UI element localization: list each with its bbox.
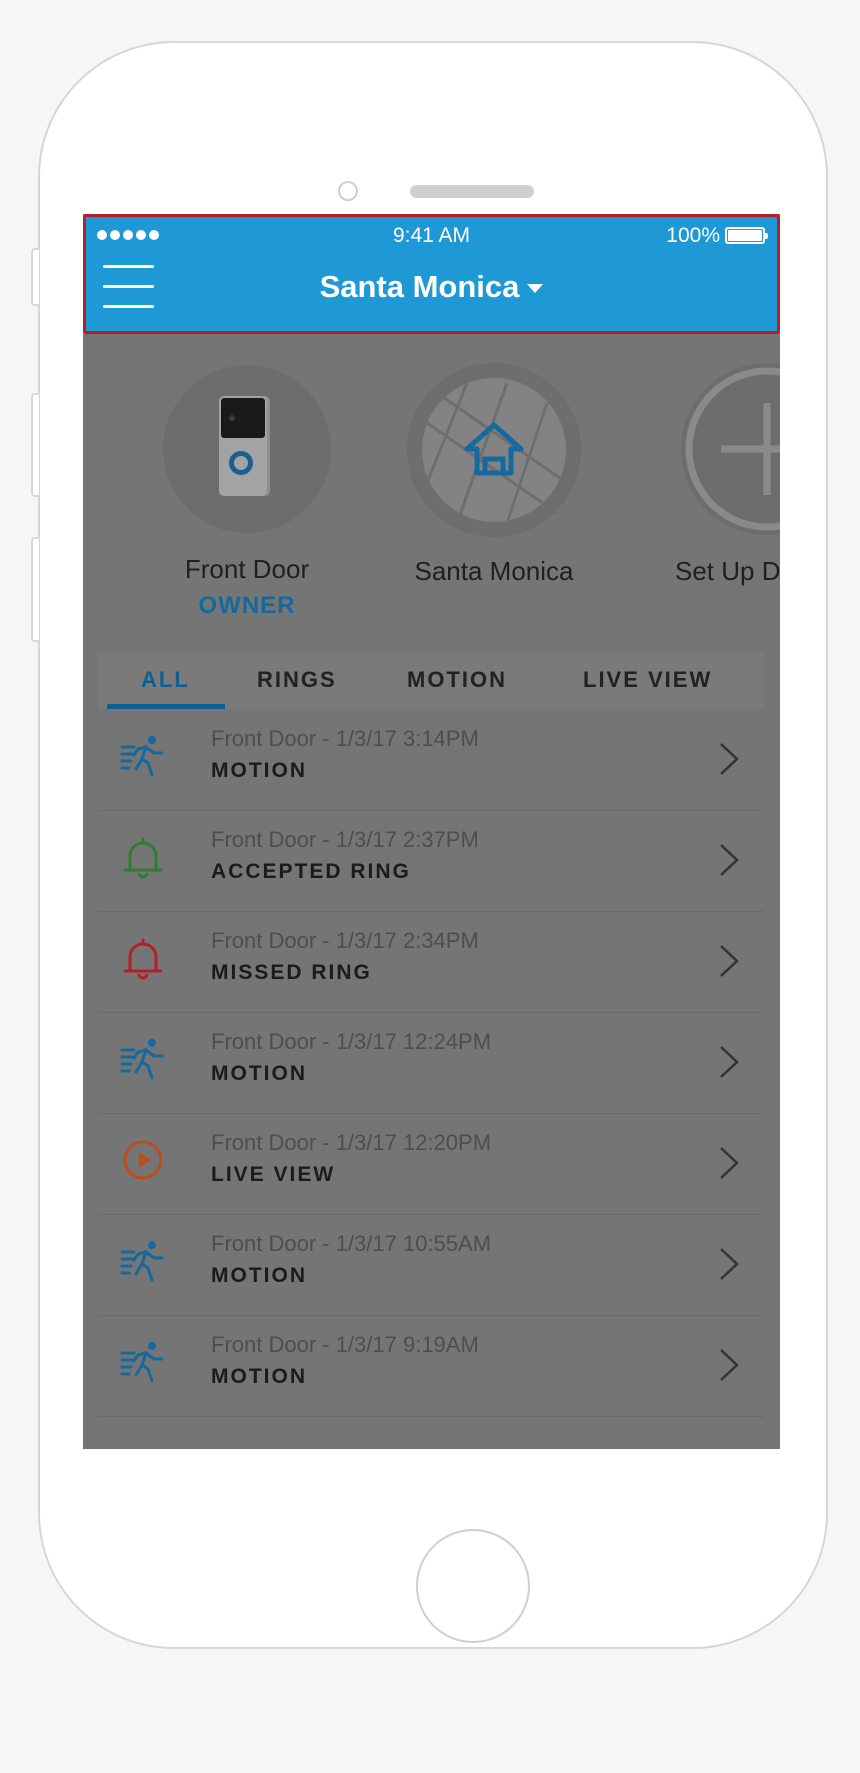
device-name: Front Door [184,554,310,584]
device-name: Set Up Device [675,556,780,586]
tab-all[interactable]: ALL [141,667,190,693]
motion-icon [120,1039,164,1080]
event-type: MOTION [211,1365,307,1388]
tab-motion[interactable]: MOTION [407,667,507,693]
location-selector[interactable]: Santa Monica [86,269,777,305]
mute-switch [31,248,39,306]
location-name: Santa Monica [319,269,520,304]
app-header: 9:41 AM 100% Santa Monica [83,214,780,334]
caret-down-icon [527,284,544,294]
event-row[interactable]: Front Door - 1/3/17 2:34PM MISSED RING [98,911,764,1013]
tab-rings[interactable]: RINGS [257,667,337,693]
volume-down-button [31,537,39,642]
earpiece-speaker [410,185,534,198]
event-title: Front Door - 1/3/17 9:19AM [211,1332,479,1357]
plus-icon [685,367,780,531]
motion-icon [120,1342,164,1383]
event-type: ACCEPTED RING [211,860,411,883]
battery-icon [725,227,768,244]
volume-up-button [31,393,39,497]
doorbell-icon [219,396,270,496]
front-camera [338,181,358,201]
event-title: Front Door - 1/3/17 2:37PM [211,827,479,852]
device-location[interactable] [407,363,581,537]
motion-icon [120,736,164,777]
event-row[interactable]: Front Door - 1/3/17 12:24PM MOTION [98,1012,764,1114]
chevron-right-icon [720,1349,739,1381]
event-row[interactable]: Front Door - 1/3/17 3:14PM MOTION [98,709,764,811]
chevron-right-icon [720,945,739,977]
event-row[interactable]: Front Door - 1/3/17 2:37PM ACCEPTED RING [98,810,764,912]
bell-icon [123,837,163,879]
event-title: Front Door - 1/3/17 3:14PM [211,726,479,751]
battery-percent: 100% [666,224,720,247]
event-row[interactable]: Front Door - 1/3/17 12:20PM LIVE VIEW [98,1113,764,1215]
event-type: LIVE VIEW [211,1163,336,1186]
set-up-device-button[interactable] [681,363,780,535]
chevron-right-icon [720,1248,739,1280]
event-row[interactable]: Front Door - 1/3/17 9:19AM MOTION [98,1315,764,1417]
device-name: Santa Monica [414,556,574,586]
bell-icon [123,938,163,980]
event-title: Front Door - 1/3/17 2:34PM [211,928,479,953]
chevron-right-icon [720,743,739,775]
event-type: MISSED RING [211,961,372,984]
chevron-right-icon [720,1147,739,1179]
event-row[interactable]: Front Door - 1/3/17 10:55AM MOTION [98,1214,764,1316]
motion-icon [120,1241,164,1282]
chevron-right-icon [720,844,739,876]
device-front-door[interactable] [163,365,331,533]
location-map-icon [409,365,579,535]
event-title: Front Door - 1/3/17 12:24PM [211,1029,492,1054]
event-title: Front Door - 1/3/17 12:20PM [211,1130,492,1155]
app-screen: 9:41 AM 100% Santa Monica Front Door OWN… [83,214,780,1449]
device-role: OWNER [198,592,296,619]
event-title: Front Door - 1/3/17 10:55AM [211,1231,492,1256]
home-button[interactable] [416,1529,530,1643]
event-type: MOTION [211,759,307,782]
play-icon [123,1140,163,1180]
event-type: MOTION [211,1264,307,1287]
tab-live-view[interactable]: LIVE VIEW [583,667,712,693]
event-filter-tabs: ALL RINGS MOTION LIVE VIEW [98,653,764,709]
chevron-right-icon [720,1046,739,1078]
event-type: MOTION [211,1062,307,1085]
